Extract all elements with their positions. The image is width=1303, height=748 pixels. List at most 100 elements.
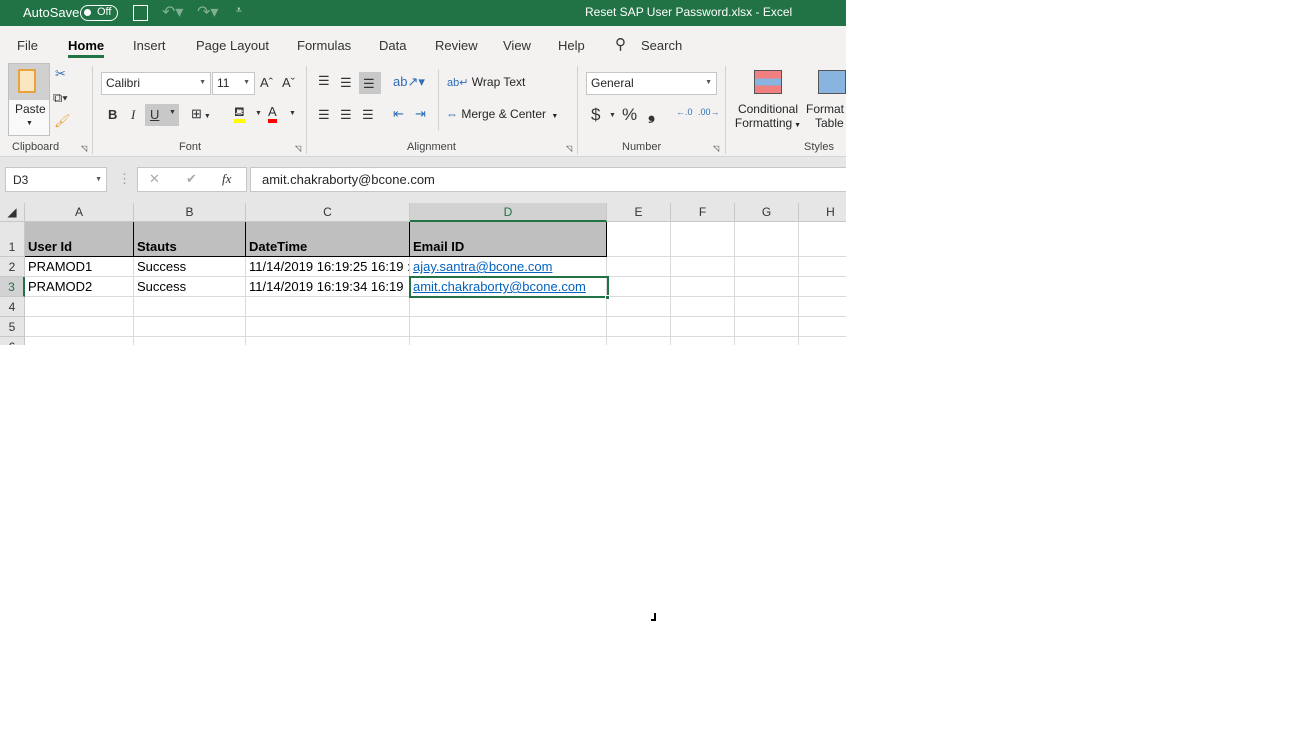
dialog-launcher-icon[interactable]: ◹ — [566, 144, 572, 153]
cell-F6[interactable] — [671, 337, 735, 345]
cell-B5[interactable] — [134, 317, 246, 337]
cut-icon[interactable]: ✂ — [55, 66, 66, 82]
align-right-icon[interactable]: ☰ — [362, 107, 374, 123]
cell-C3[interactable]: 11/14/2019 16:19:34 16:19 — [246, 277, 410, 297]
number-format-select[interactable]: General ▼ — [586, 72, 717, 95]
cell-C4[interactable] — [246, 297, 410, 317]
font-name-select[interactable]: Calibri ▼ — [101, 72, 211, 95]
tab-page-layout[interactable]: Page Layout — [196, 38, 269, 53]
column-header-B[interactable]: B — [134, 203, 246, 222]
cell-B3[interactable]: Success — [134, 277, 246, 297]
cell-D2[interactable]: ajay.santra@bcone.com — [410, 257, 607, 277]
cell-E5[interactable] — [607, 317, 671, 337]
align-left-icon[interactable]: ☰ — [318, 107, 330, 123]
cell-G4[interactable] — [735, 297, 799, 317]
middle-align-icon[interactable]: ☰ — [340, 75, 352, 91]
customize-toolbar-icon[interactable]: ⩡ — [236, 5, 242, 16]
cell-F5[interactable] — [671, 317, 735, 337]
italic-button[interactable]: I — [131, 107, 135, 123]
increase-decimal-icon[interactable]: ←.0 — [676, 107, 693, 117]
tab-home[interactable]: Home — [68, 38, 105, 58]
fill-handle[interactable] — [605, 295, 610, 300]
borders-icon[interactable]: ⊞ ▼ — [191, 106, 211, 122]
font-size-select[interactable]: 11 ▼ — [212, 72, 255, 95]
cell-H3[interactable] — [799, 277, 846, 297]
redo-icon[interactable]: ↷▾ — [197, 2, 218, 22]
increase-indent-icon[interactable]: ⇥ — [415, 106, 426, 122]
decrease-indent-icon[interactable]: ⇤ — [393, 106, 404, 122]
cell-C2[interactable]: 11/14/2019 16:19:25 16:19 : — [246, 257, 410, 277]
decrease-decimal-icon[interactable]: .00→ — [698, 107, 720, 117]
column-header-D[interactable]: D — [410, 203, 607, 222]
undo-icon[interactable]: ↶▾ — [162, 2, 183, 22]
format-as-table-button[interactable]: Format as Table — [806, 70, 846, 130]
cell-D1[interactable]: Email ID — [410, 222, 607, 257]
cancel-icon[interactable]: ✕ — [149, 171, 160, 187]
cell-A2[interactable]: PRAMOD1 — [25, 257, 134, 277]
cell-H5[interactable] — [799, 317, 846, 337]
save-icon[interactable] — [133, 5, 148, 21]
row-header-3[interactable]: 3 — [0, 277, 25, 297]
tab-help[interactable]: Help — [558, 38, 585, 53]
tab-data[interactable]: Data — [379, 38, 406, 53]
cell-A1[interactable]: User Id — [25, 222, 134, 257]
cell-H2[interactable] — [799, 257, 846, 277]
column-header-H[interactable]: H — [799, 203, 846, 222]
cell-E3[interactable] — [607, 277, 671, 297]
currency-button[interactable]: $ — [591, 105, 600, 125]
conditional-formatting-button[interactable]: Conditional Formatting ▼ — [733, 70, 803, 130]
cell-A5[interactable] — [25, 317, 134, 337]
spreadsheet-grid[interactable]: ◢ A B C D E F G H 1 User Id Stauts DateTime Email ID 2… — [0, 203, 846, 345]
cell-D4[interactable] — [410, 297, 607, 317]
cell-F3[interactable] — [671, 277, 735, 297]
tab-formulas[interactable]: Formulas — [297, 38, 351, 53]
tab-insert[interactable]: Insert — [133, 38, 166, 53]
cell-G5[interactable] — [735, 317, 799, 337]
cell-D5[interactable] — [410, 317, 607, 337]
row-header-4[interactable]: 4 — [0, 297, 25, 317]
search-box[interactable]: Search — [641, 38, 682, 53]
format-painter-icon[interactable]: 🖌 — [54, 113, 71, 129]
cell-H6[interactable] — [799, 337, 846, 345]
comma-button[interactable]: ❟ — [648, 103, 655, 124]
dialog-launcher-icon[interactable]: ◹ — [713, 144, 719, 153]
paste-button[interactable]: Paste ▼ — [8, 63, 50, 136]
orientation-icon[interactable]: ab↗▾ — [393, 74, 425, 90]
cell-G3[interactable] — [735, 277, 799, 297]
row-header-1[interactable]: 1 — [0, 222, 25, 257]
column-header-G[interactable]: G — [735, 203, 799, 222]
center-icon[interactable]: ☰ — [340, 107, 352, 123]
column-header-F[interactable]: F — [671, 203, 735, 222]
row-header-5[interactable]: 5 — [0, 317, 25, 337]
wrap-text-button[interactable]: ab↵ Wrap Text — [447, 75, 525, 89]
cell-G1[interactable] — [735, 222, 799, 257]
tab-view[interactable]: View — [503, 38, 531, 53]
cell-G6[interactable] — [735, 337, 799, 345]
insert-function-icon[interactable]: fx — [222, 171, 231, 187]
fill-color-icon[interactable]: ⛾ — [234, 105, 245, 123]
row-header-2[interactable]: 2 — [0, 257, 25, 277]
cell-H4[interactable] — [799, 297, 846, 317]
increase-font-icon[interactable]: Aˆ — [260, 75, 273, 90]
column-header-E[interactable]: E — [607, 203, 671, 222]
font-color-button[interactable]: A — [268, 104, 277, 123]
enter-icon[interactable]: ✔ — [186, 171, 197, 187]
copy-icon[interactable]: ⧉▾ — [53, 90, 68, 106]
cell-B2[interactable]: Success — [134, 257, 246, 277]
cell-D6[interactable] — [410, 337, 607, 345]
underline-button[interactable]: U ▼ — [145, 104, 179, 126]
cell-G2[interactable] — [735, 257, 799, 277]
dialog-launcher-icon[interactable]: ◹ — [81, 144, 87, 153]
cell-C5[interactable] — [246, 317, 410, 337]
column-header-C[interactable]: C — [246, 203, 410, 222]
cell-F1[interactable] — [671, 222, 735, 257]
cell-H1[interactable] — [799, 222, 846, 257]
cell-B1[interactable]: Stauts — [134, 222, 246, 257]
name-box[interactable]: D3 ▼ — [5, 167, 107, 192]
row-header-6[interactable]: 6 — [0, 337, 25, 345]
cell-A4[interactable] — [25, 297, 134, 317]
cell-A6[interactable] — [25, 337, 134, 345]
cell-F4[interactable] — [671, 297, 735, 317]
autosave-toggle[interactable]: Off — [80, 5, 118, 21]
merge-center-button[interactable]: ⇔ Merge & Center ▼ — [446, 107, 558, 121]
